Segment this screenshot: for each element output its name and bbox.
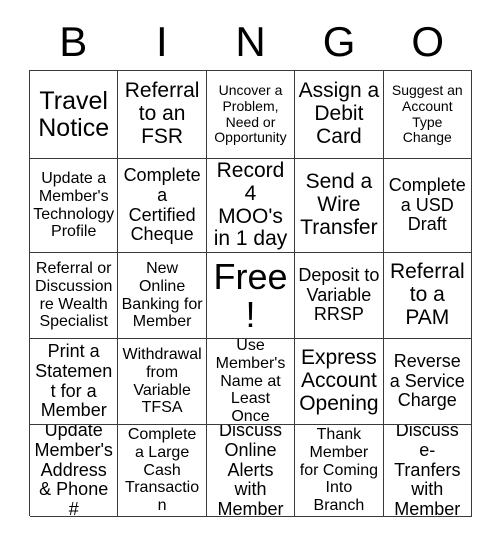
bingo-header-row: B I N G O <box>29 14 472 70</box>
bingo-cell-label: Update Member's Address & Phone # <box>34 425 113 517</box>
bingo-cell-label: New Online Banking for Member <box>121 259 203 331</box>
bingo-cell-b4[interactable]: Print a Statement for a Member <box>30 339 119 425</box>
bingo-cell-i3[interactable]: New Online Banking for Member <box>118 253 207 339</box>
bingo-cell-g4[interactable]: Express Account Opening <box>295 339 384 425</box>
bingo-header-letter-b: B <box>59 18 88 65</box>
bingo-cell-o5[interactable]: Discuss e-Tranfers with Member <box>383 425 472 517</box>
bingo-cell-label: Referral to an FSR <box>124 79 200 148</box>
bingo-cell-label: Referral to a PAM <box>389 260 465 329</box>
bingo-cell-label: Suggest an Account Type Change <box>391 81 463 146</box>
bingo-cell-label: Update a Member's Technology Profile <box>33 169 115 241</box>
bingo-cell-label: Complete a Large Cash Transaction <box>125 425 200 515</box>
bingo-cell-label: Withdrawal from Variable TFSA <box>122 345 202 417</box>
bingo-cell-o3[interactable]: Referral to a PAM <box>383 253 472 339</box>
bingo-cell-label: Complete a USD Draft <box>388 174 466 235</box>
bingo-cell-free-space[interactable]: Free! <box>206 253 296 339</box>
bingo-cell-label: Use Member's Name at Least Once <box>215 339 286 425</box>
bingo-cell-b2[interactable]: Update a Member's Technology Profile <box>30 159 119 253</box>
bingo-cell-label: Express Account Opening <box>299 346 379 415</box>
bingo-free-space-label: Free! <box>213 255 288 335</box>
bingo-cell-label: Travel Notice <box>38 86 110 142</box>
bingo-header-letter-o: O <box>411 18 444 65</box>
bingo-grid: Travel Notice Referral to an FSR Uncover… <box>29 70 472 517</box>
bingo-header-letter-n: N <box>235 18 266 65</box>
bingo-cell-label: Print a Statement for a Member <box>35 340 113 421</box>
bingo-cell-n5[interactable]: Discuss Online Alerts with Member <box>206 425 296 517</box>
bingo-cell-g1[interactable]: Assign a Debit Card <box>295 71 384 159</box>
bingo-cell-label: Send a Wire Transfer <box>300 170 378 239</box>
bingo-cell-b5[interactable]: Update Member's Address & Phone # <box>30 425 119 517</box>
bingo-cell-n4[interactable]: Use Member's Name at Least Once <box>206 339 296 425</box>
bingo-cell-label: Thank Member for Coming Into Branch <box>299 425 379 515</box>
bingo-cell-n2[interactable]: Record 4 MOO's in 1 day <box>206 159 296 253</box>
bingo-cell-label: Complete a Certified Cheque <box>123 164 201 245</box>
bingo-cell-i2[interactable]: Complete a Certified Cheque <box>118 159 207 253</box>
bingo-cell-o1[interactable]: Suggest an Account Type Change <box>383 71 472 159</box>
bingo-cell-label: Discuss e-Tranfers with Member <box>394 425 461 517</box>
bingo-cell-label: Referral or Discussion re Wealth Special… <box>35 259 113 331</box>
bingo-cell-o4[interactable]: Reverse a Service Charge <box>383 339 472 425</box>
bingo-cell-b1[interactable]: Travel Notice <box>30 71 119 159</box>
bingo-cell-label: Deposit to Variable RRSP <box>298 264 380 325</box>
bingo-cell-label: Assign a Debit Card <box>298 79 380 148</box>
bingo-header-letter-g: G <box>322 18 356 65</box>
bingo-card: B I N G O Travel Notice Referral to an F… <box>0 0 500 544</box>
bingo-cell-g2[interactable]: Send a Wire Transfer <box>295 159 384 253</box>
bingo-cell-o2[interactable]: Complete a USD Draft <box>383 159 472 253</box>
bingo-header-letter-i: I <box>156 18 168 65</box>
bingo-cell-i1[interactable]: Referral to an FSR <box>118 71 207 159</box>
bingo-cell-label: Uncover a Problem, Need or Opportunity <box>214 81 287 146</box>
bingo-cell-label: Record 4 MOO's in 1 day <box>213 159 288 251</box>
bingo-cell-i5[interactable]: Complete a Large Cash Transaction <box>118 425 207 517</box>
bingo-cell-label: Reverse a Service Charge <box>389 350 465 411</box>
bingo-cell-i4[interactable]: Withdrawal from Variable TFSA <box>118 339 207 425</box>
bingo-cell-b3[interactable]: Referral or Discussion re Wealth Special… <box>30 253 119 339</box>
bingo-cell-g5[interactable]: Thank Member for Coming Into Branch <box>295 425 384 517</box>
bingo-cell-g3[interactable]: Deposit to Variable RRSP <box>295 253 384 339</box>
bingo-cell-n1[interactable]: Uncover a Problem, Need or Opportunity <box>206 71 296 159</box>
bingo-cell-label: Discuss Online Alerts with Member <box>217 425 284 517</box>
